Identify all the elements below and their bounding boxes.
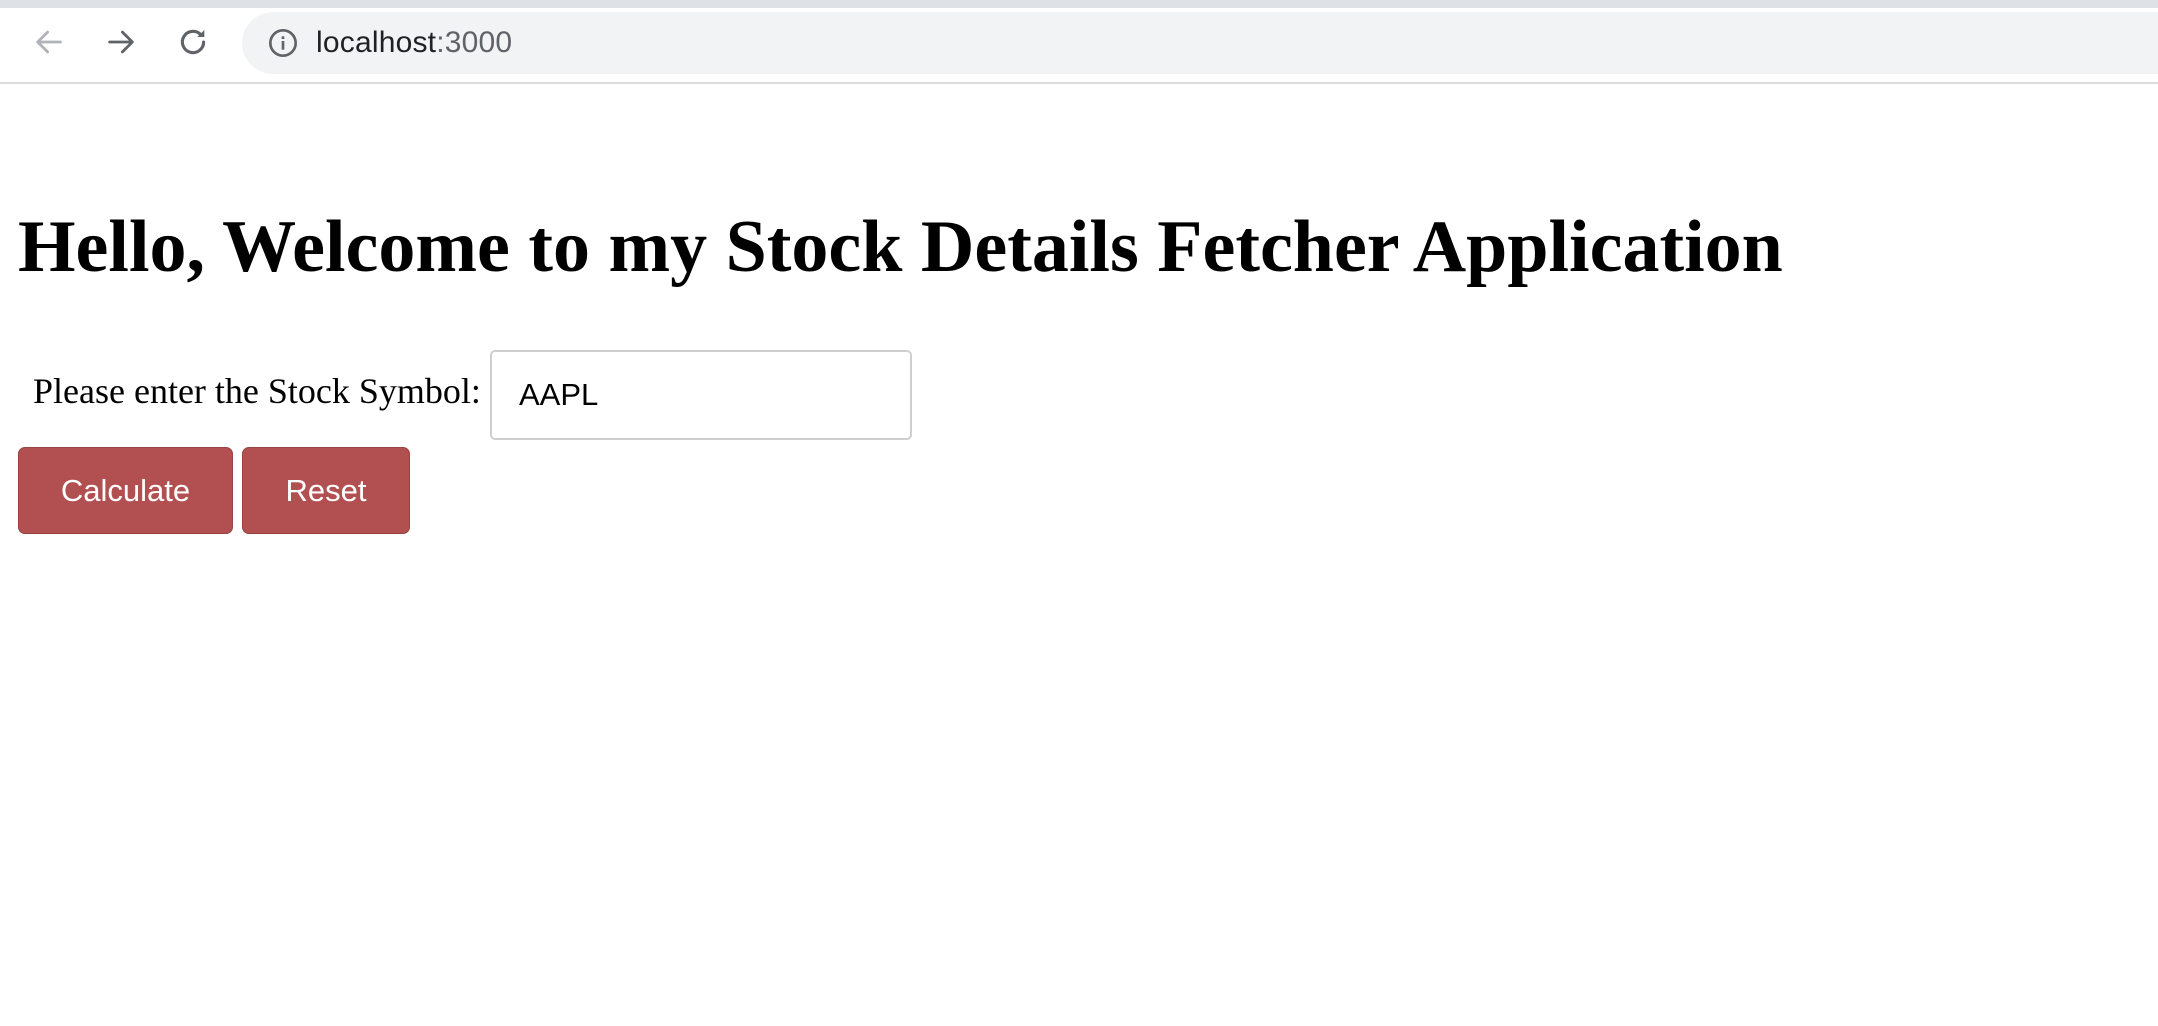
calculate-button[interactable]: Calculate (18, 447, 233, 534)
arrow-right-icon (108, 30, 134, 54)
forward-button[interactable] (99, 20, 143, 64)
url-host: localhost (316, 26, 437, 59)
browser-toolbar: localhost:3000 (0, 0, 2158, 84)
symbol-input[interactable] (490, 350, 912, 440)
url-text: localhost:3000 (316, 26, 512, 60)
url-port: :3000 (436, 26, 513, 59)
back-button[interactable] (27, 20, 71, 64)
reset-button[interactable]: Reset (242, 447, 410, 534)
address-bar[interactable]: localhost:3000 (242, 12, 2158, 74)
reload-icon (180, 29, 206, 55)
reload-button[interactable] (171, 20, 215, 64)
page-content: Hello, Welcome to my Stock Details Fetch… (0, 84, 2158, 1026)
info-icon[interactable] (266, 26, 300, 60)
arrow-left-icon (36, 30, 62, 54)
symbol-label: Please enter the Stock Symbol: (33, 371, 481, 411)
page-title: Hello, Welcome to my Stock Details Fetch… (18, 206, 1783, 288)
